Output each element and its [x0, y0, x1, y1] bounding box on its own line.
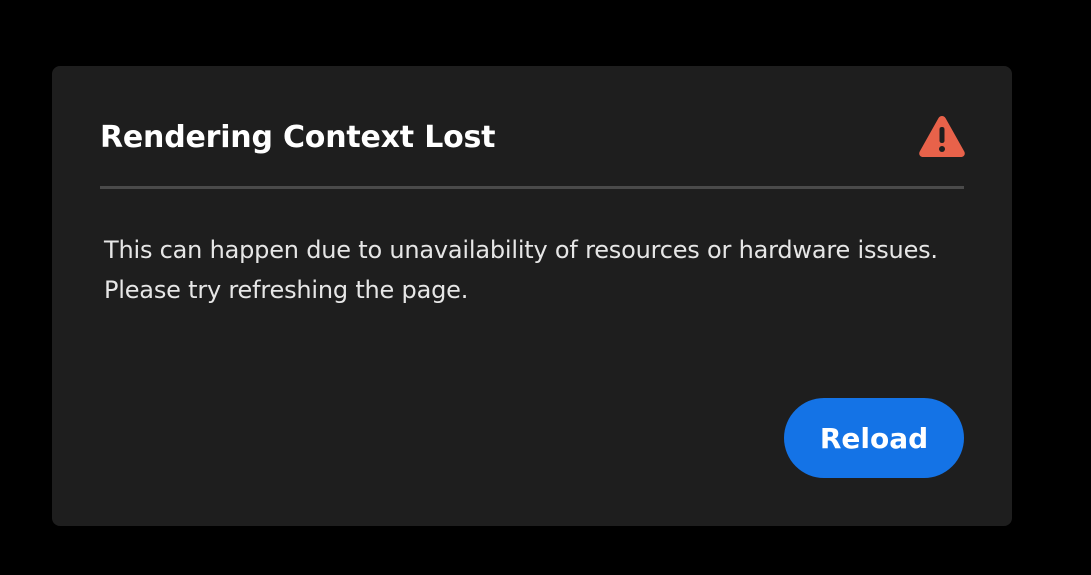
- modal-backdrop: Rendering Context Lost This can happen d…: [0, 0, 1091, 575]
- dialog-message-line-2: Please try refreshing the page.: [104, 276, 469, 304]
- dialog-message-line-1: This can happen due to unavailability of…: [104, 236, 938, 264]
- alert-triangle-icon: [918, 114, 966, 158]
- error-dialog: Rendering Context Lost This can happen d…: [52, 66, 1012, 526]
- dialog-title: Rendering Context Lost: [100, 120, 496, 155]
- title-divider: [100, 186, 964, 189]
- reload-button[interactable]: Reload: [784, 398, 964, 478]
- dialog-message: This can happen due to unavailability of…: [104, 230, 964, 310]
